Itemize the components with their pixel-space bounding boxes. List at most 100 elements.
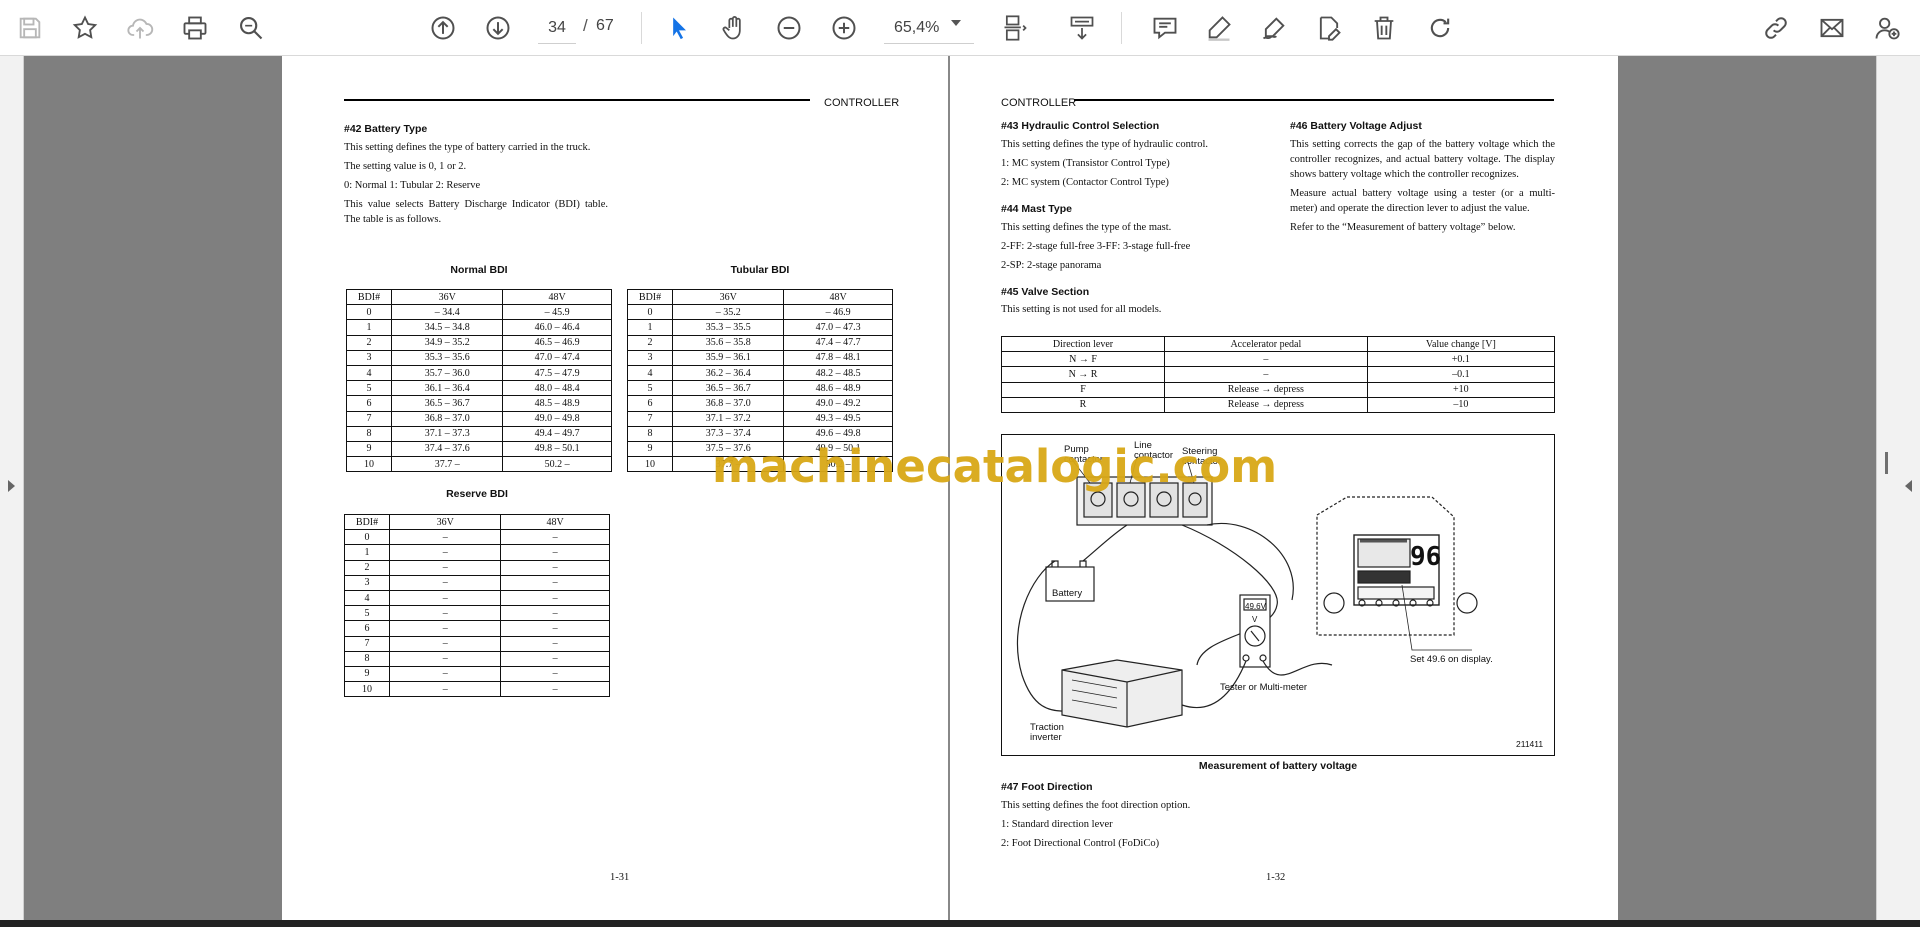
table-cell: 47.0 – 47.3	[783, 319, 893, 336]
table-row: 5 36.5 – 36.7 48.6 – 48.9	[626, 380, 893, 397]
paragraph: 2: Foot Directional Control (FoDiCo)	[1001, 838, 1160, 849]
page-number: 1-32	[1266, 872, 1286, 883]
email-icon[interactable]	[1813, 9, 1851, 47]
column-header: Accelerator pedal	[1164, 335, 1368, 353]
watermark-text: machinecatalogic.com	[712, 440, 1278, 493]
table-cell: 1	[343, 544, 391, 561]
figure-caption: Measurement of battery voltage	[1198, 760, 1358, 772]
table-cell: 1	[626, 319, 674, 336]
table-cell: 46.0 – 46.4	[502, 319, 612, 336]
table-cell: 9	[626, 441, 674, 458]
header-rule	[344, 99, 810, 101]
table-cell: 6	[343, 620, 391, 637]
fill-sign-icon[interactable]	[1310, 9, 1348, 47]
add-user-icon[interactable]	[1868, 9, 1906, 47]
table-row: 3 35.3 – 35.6 47.0 – 47.4	[345, 350, 612, 366]
find-text-icon[interactable]	[232, 9, 270, 47]
table-title: Normal BDI	[450, 264, 508, 276]
chevron-down-icon[interactable]	[951, 20, 961, 26]
bookmark-star-icon[interactable]	[66, 9, 104, 47]
share-link-icon[interactable]	[1757, 9, 1795, 47]
table-cell: 48.0 – 48.4	[502, 380, 612, 397]
table-row: 7– –	[343, 635, 610, 652]
delete-icon[interactable]	[1365, 9, 1403, 47]
table-cell: –	[500, 544, 610, 561]
toolbar-divider	[1121, 12, 1122, 44]
table-cell: 0	[343, 529, 391, 546]
paragraph: This setting defines the type of hydraul…	[1001, 139, 1209, 150]
draw-sign-icon[interactable]	[1255, 9, 1293, 47]
expand-left-icon[interactable]	[8, 480, 15, 492]
table-cell: 35.3 – 35.6	[391, 350, 504, 366]
zoom-level-select[interactable]: 65,4%	[884, 12, 974, 44]
table-cell: 35.3 – 35.5	[672, 319, 785, 336]
column-header: Value change [V]	[1366, 335, 1556, 353]
save-icon[interactable]	[11, 9, 49, 47]
column-header: BDI#	[343, 513, 391, 531]
select-cursor-icon[interactable]	[660, 9, 698, 47]
table-row: 4 35.7 – 36.0 47.5 – 47.9	[345, 365, 612, 382]
table-cell: 36.8 – 37.0	[672, 395, 785, 412]
paragraph: This setting is not used for all models.	[1001, 304, 1162, 315]
toolbar-divider	[641, 12, 642, 44]
page-fit-icon[interactable]	[996, 9, 1034, 47]
scroll-mode-icon[interactable]	[1063, 9, 1101, 47]
table-cell: – 45.9	[502, 304, 612, 321]
page-down-icon[interactable]	[479, 9, 517, 47]
table-cell: – 35.2	[672, 304, 785, 321]
table-cell: 36.5 – 36.7	[672, 380, 785, 397]
table-cell: 10	[626, 456, 674, 473]
right-panel-toggle[interactable]	[1876, 56, 1920, 920]
table-row: 5– –	[343, 605, 610, 622]
table-cell: 7	[343, 635, 391, 652]
table-cell: –	[1164, 366, 1368, 383]
table-cell: 9	[345, 441, 393, 458]
scrollbar-thumb[interactable]	[1885, 452, 1888, 474]
section-body: This setting defines the foot direction …	[1001, 798, 1301, 855]
table-cell: Release → depress	[1164, 396, 1368, 413]
table-row: 4– –	[343, 589, 610, 607]
table-header-row: BDI# 36V 48V	[626, 288, 893, 306]
expand-right-icon[interactable]	[1905, 480, 1912, 492]
table-row: 0– –	[343, 529, 610, 546]
table-row: 3 35.9 – 36.1 47.8 – 48.1	[626, 350, 893, 366]
table-row: 1 35.3 – 35.5 47.0 – 47.3	[626, 319, 893, 336]
column-header: BDI#	[626, 288, 674, 306]
zoom-level-value: 65,4%	[894, 18, 940, 36]
zoom-out-icon[interactable]	[770, 9, 808, 47]
total-pages: 67	[596, 17, 614, 34]
value-change-table: Direction lever Accelerator pedal Value ch…	[1000, 335, 1556, 413]
table-cell: 36.5 – 36.7	[391, 395, 504, 412]
table-cell: –	[500, 635, 610, 652]
hand-tool-icon[interactable]	[715, 9, 753, 47]
table-cell: 6	[626, 395, 674, 412]
column-header: 36V	[672, 288, 785, 306]
zoom-in-icon[interactable]	[825, 9, 863, 47]
table-cell: 7	[626, 411, 674, 427]
table-cell: 5	[343, 605, 391, 622]
table-cell: 48.2 – 48.5	[783, 365, 893, 382]
paragraph: 2-FF: 2-stage full-free 3-FF: 3-stage fu…	[1001, 241, 1191, 252]
table-row: 10 37.7 –50.2 –	[345, 456, 612, 473]
table-cell: Release → depress	[1164, 381, 1368, 398]
cloud-upload-icon[interactable]	[121, 9, 159, 47]
page-number-input[interactable]	[538, 12, 576, 44]
paragraph: Measure actual battery voltage using a t…	[1290, 188, 1555, 214]
table-cell: N → F	[1000, 351, 1166, 368]
table-row: 2 34.9 – 35.2 46.5 – 46.9	[345, 335, 612, 351]
column-header: 48V	[783, 288, 893, 306]
left-panel-toggle[interactable]	[0, 56, 24, 920]
rotate-icon[interactable]	[1421, 9, 1459, 47]
table-cell: 8	[626, 426, 674, 442]
table-cell: +10	[1366, 381, 1556, 398]
battery-label: Battery	[1052, 588, 1083, 599]
table-row: N → R – –0.1	[1000, 366, 1556, 383]
highlight-pen-icon[interactable]	[1200, 9, 1238, 47]
section-title: #42 Battery Type	[344, 123, 428, 135]
table-cell: –	[389, 620, 502, 637]
table-cell: 34.9 – 35.2	[391, 335, 504, 351]
print-icon[interactable]	[176, 9, 214, 47]
table-cell: 8	[343, 650, 391, 667]
comment-icon[interactable]	[1146, 9, 1184, 47]
page-up-icon[interactable]	[424, 9, 462, 47]
